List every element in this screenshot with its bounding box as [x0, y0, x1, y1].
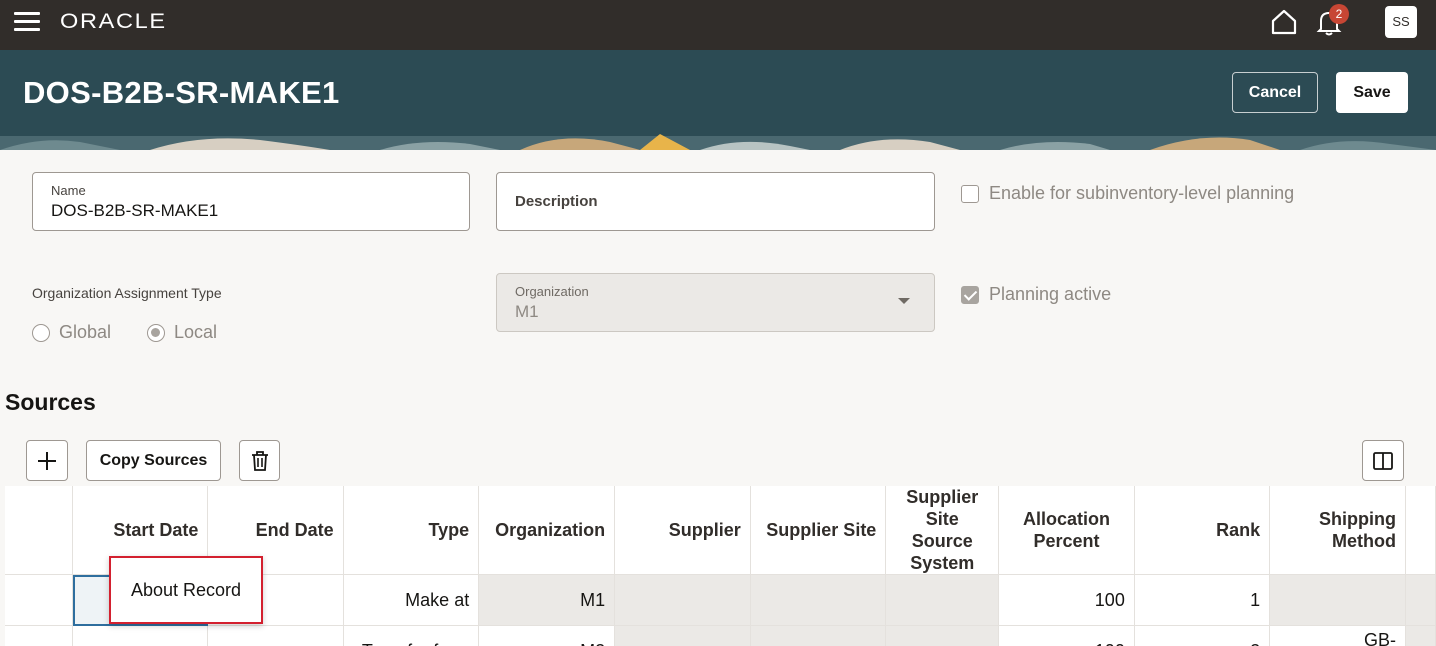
- add-button[interactable]: [26, 440, 68, 481]
- column-header-shipping-method[interactable]: Shipping Method: [1269, 486, 1407, 575]
- organization-select[interactable]: Organization M1: [496, 273, 935, 332]
- page-title: DOS-B2B-SR-MAKE1: [23, 75, 340, 110]
- organization-label: Organization: [515, 284, 589, 299]
- menu-icon[interactable]: [14, 12, 40, 34]
- name-value: DOS-B2B-SR-MAKE1: [51, 201, 219, 220]
- oracle-logo[interactable]: ORACLE: [60, 10, 167, 34]
- org-assignment-label: Organization Assignment Type: [32, 285, 222, 301]
- end-date-cell[interactable]: [207, 625, 344, 646]
- shipping-method-cell[interactable]: [1269, 574, 1407, 626]
- shipping-method-cell[interactable]: GB-DHL:Air:Air: [1269, 625, 1407, 646]
- about-record-menu-item[interactable]: About Record: [109, 556, 263, 624]
- supplier-site-source-system-cell[interactable]: [885, 574, 1000, 626]
- radio-local[interactable]: Local: [147, 322, 217, 343]
- column-header-overflow: [1405, 486, 1436, 575]
- radio-global[interactable]: Global: [32, 322, 111, 343]
- column-header-supplier[interactable]: Supplier: [614, 486, 751, 575]
- organization-value: M1: [515, 302, 539, 321]
- name-field[interactable]: Name DOS-B2B-SR-MAKE1: [32, 172, 470, 231]
- plus-icon: [38, 451, 56, 470]
- home-icon[interactable]: [1270, 8, 1298, 36]
- column-header-allocation-percent[interactable]: Allocation Percent: [998, 486, 1135, 575]
- top-bar: ORACLE 2 SS: [0, 0, 1436, 50]
- planning-active-label: Planning active: [989, 284, 1112, 304]
- supplier-site-cell[interactable]: [750, 625, 887, 646]
- start-date-cell[interactable]: [72, 625, 209, 646]
- rank-cell[interactable]: 2: [1134, 625, 1271, 646]
- rank-cell[interactable]: 1: [1134, 574, 1271, 626]
- notification-badge: 2: [1329, 4, 1349, 24]
- column-header: [5, 486, 74, 575]
- overflow-cell: [1405, 574, 1436, 626]
- copy-sources-button[interactable]: Copy Sources: [86, 440, 221, 481]
- type-cell[interactable]: Transfer from: [343, 625, 480, 646]
- supplier-site-source-system-cell[interactable]: [885, 625, 1000, 646]
- description-field[interactable]: Description: [496, 172, 935, 231]
- row-header-cell[interactable]: [5, 574, 74, 626]
- supplier-site-cell[interactable]: [750, 574, 887, 626]
- planning-active-checkbox[interactable]: Planning active: [961, 284, 1111, 305]
- overflow-cell: [1405, 625, 1436, 646]
- radio-global-circle[interactable]: [32, 323, 50, 342]
- delete-button[interactable]: [239, 440, 280, 481]
- type-cell[interactable]: Make at: [343, 574, 480, 626]
- description-placeholder: Description: [515, 193, 598, 210]
- planning-active-checkbox-box[interactable]: [961, 285, 979, 304]
- column-header-organization[interactable]: Organization: [478, 486, 616, 575]
- row-header-cell[interactable]: [5, 625, 74, 646]
- organization-cell[interactable]: M2: [478, 625, 616, 646]
- subinventory-label: Enable for subinventory-level planning: [989, 183, 1295, 203]
- table-row[interactable]: Transfer from M2 100 2 GB-DHL:Air:Air: [5, 625, 1436, 646]
- allocation-percent-cell[interactable]: 100: [998, 625, 1135, 646]
- supplier-cell[interactable]: [614, 574, 751, 626]
- subinventory-checkbox[interactable]: Enable for subinventory-level planning: [961, 183, 1294, 204]
- columns-button[interactable]: [1362, 440, 1404, 481]
- allocation-percent-cell[interactable]: 100: [998, 574, 1135, 626]
- column-header-type[interactable]: Type: [343, 486, 480, 575]
- cancel-button[interactable]: Cancel: [1232, 72, 1318, 113]
- column-header-supplier-site-source-system[interactable]: Supplier Site Source System: [885, 486, 1000, 575]
- name-label: Name: [51, 183, 86, 198]
- chevron-down-icon: [898, 298, 910, 304]
- trash-icon: [251, 450, 268, 471]
- radio-local-circle[interactable]: [147, 323, 165, 342]
- columns-icon: [1373, 451, 1393, 470]
- sources-title: Sources: [5, 389, 96, 415]
- page-header: DOS-B2B-SR-MAKE1 Cancel Save: [0, 50, 1436, 150]
- user-avatar[interactable]: SS: [1385, 6, 1417, 38]
- radio-local-label: Local: [174, 322, 218, 342]
- subinventory-checkbox-box[interactable]: [961, 184, 979, 203]
- column-header-supplier-site[interactable]: Supplier Site: [750, 486, 887, 575]
- save-button[interactable]: Save: [1336, 72, 1408, 113]
- notifications-button[interactable]: 2: [1314, 4, 1350, 38]
- supplier-cell[interactable]: [614, 625, 751, 646]
- organization-cell[interactable]: M1: [478, 574, 616, 626]
- column-header-rank[interactable]: Rank: [1134, 486, 1271, 575]
- radio-global-label: Global: [59, 322, 112, 342]
